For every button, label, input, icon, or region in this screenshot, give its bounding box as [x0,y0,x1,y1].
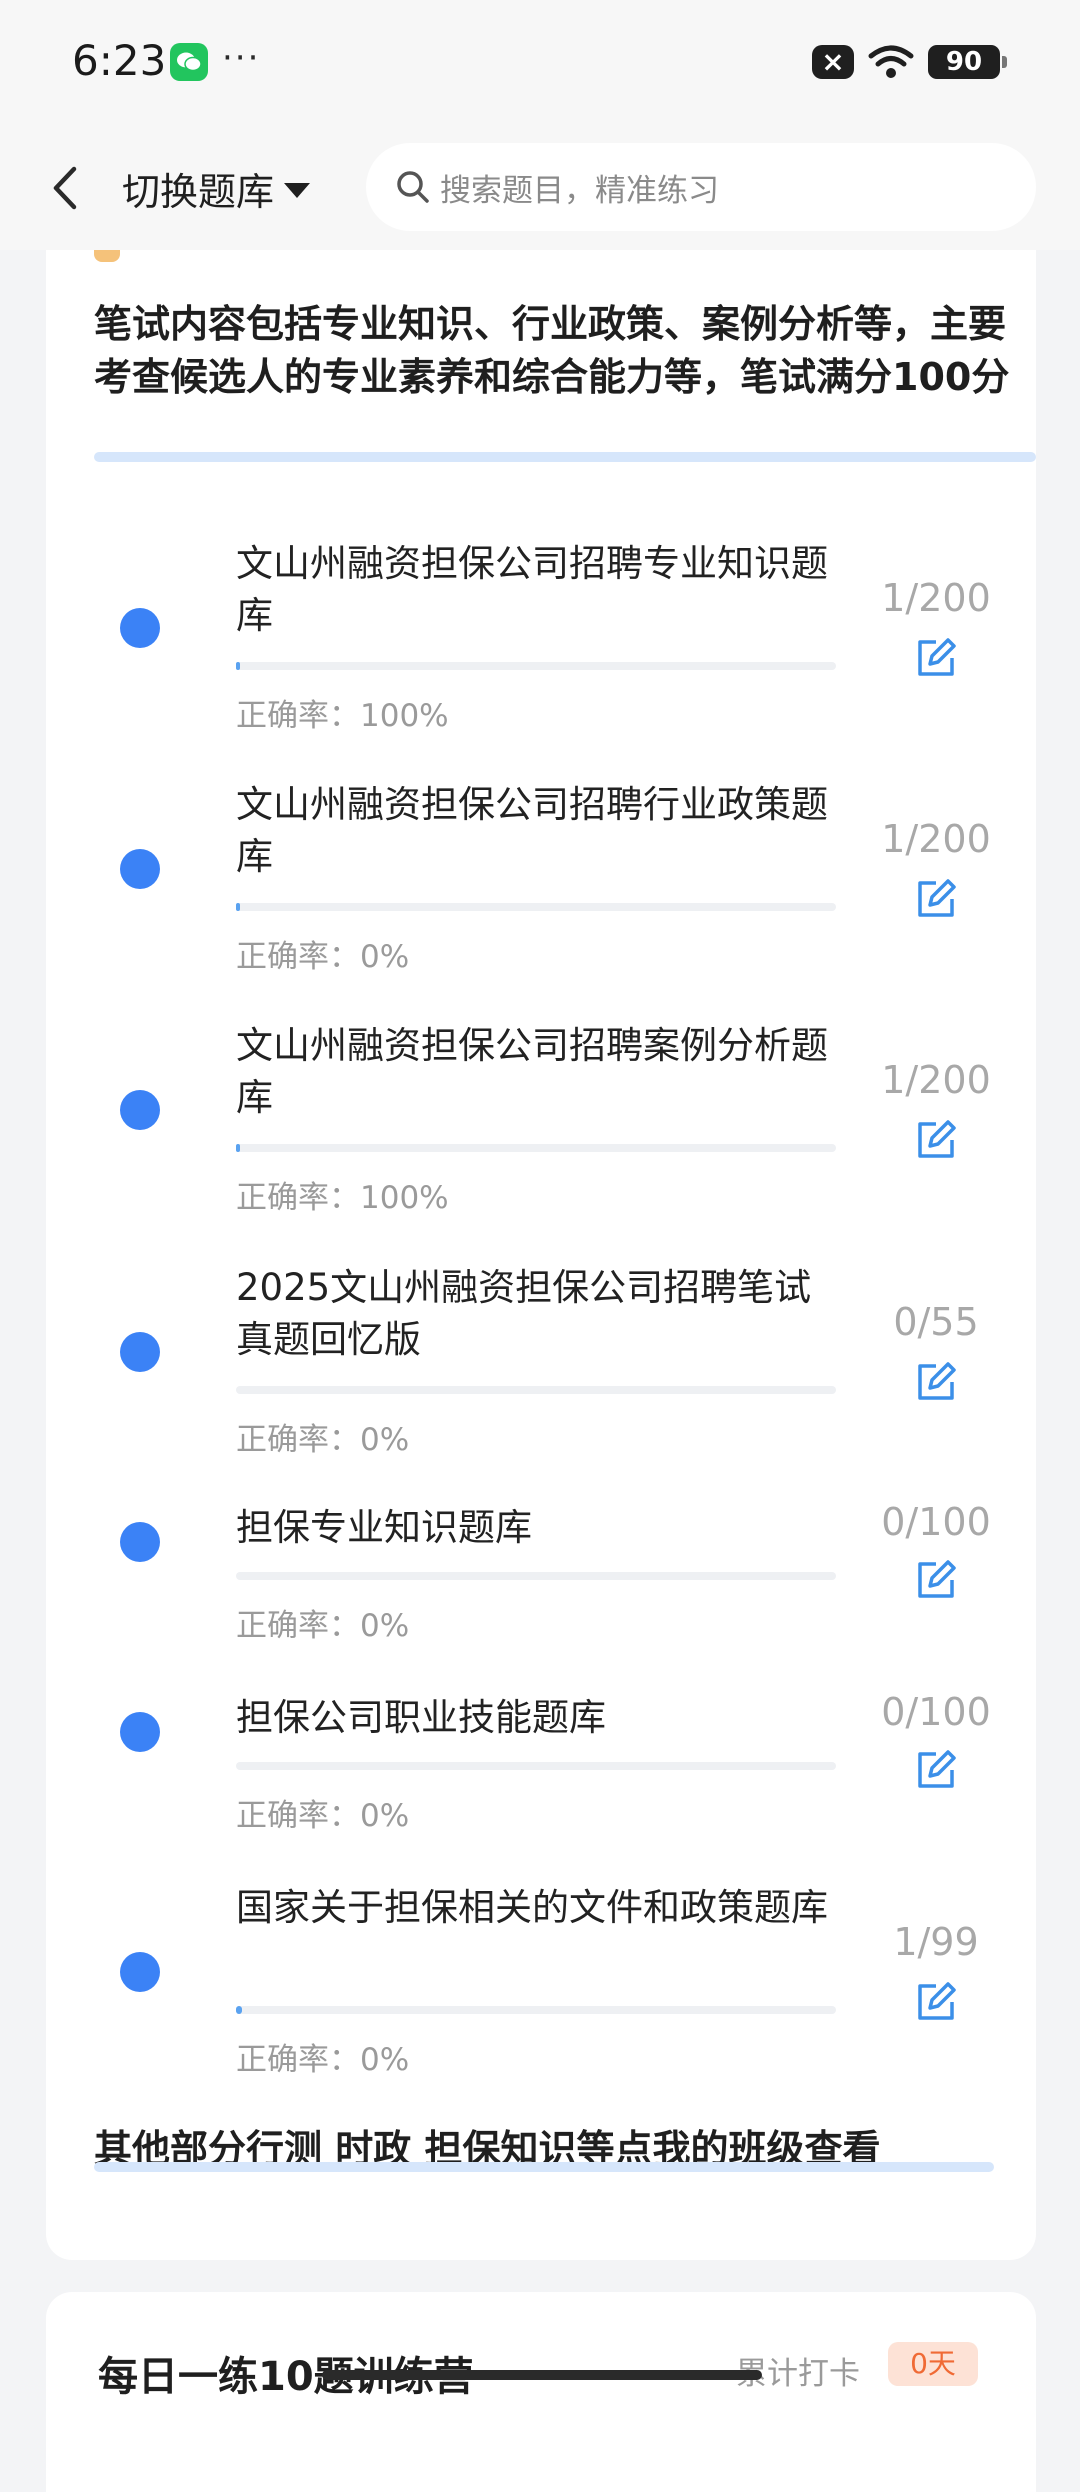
progress-count: 1/200 [881,576,991,620]
item-title: 国家关于担保相关的文件和政策题库 [236,1886,828,1929]
item-title: 担保公司职业技能题库 [236,1696,606,1739]
exam-intro: 笔试内容包括专业知识、行业政策、案例分析等，主要考查候选人的专业素养和综合能力等… [94,302,1010,399]
accuracy-text: 正确率：0% [236,2042,410,2078]
progress-count: 1/99 [893,1920,979,1964]
top-bar: 切换题库 搜索题目，精准练习 [0,125,1080,250]
item-title: 文山州融资担保公司招聘案例分析题库 [236,1024,828,1119]
accuracy-text: 正确率：100% [236,698,449,734]
status-icons: × 90 [812,40,1007,84]
progress-bar [236,2006,836,2014]
progress-count: 0/100 [881,1690,991,1734]
wifi-icon [868,45,914,78]
edit-icon[interactable] [914,1558,958,1602]
accuracy-text: 正确率：0% [236,939,410,975]
item-title: 2025文山州融资担保公司招聘笔试真题回忆版 [236,1266,812,1361]
wechat-icon [170,43,208,81]
progress-bar [236,1572,836,1580]
intro-underline [94,452,1036,462]
edit-icon[interactable] [914,877,958,921]
progress-count: 1/200 [881,817,991,861]
bullet-dot [120,1952,160,1992]
more-notifications-icon: ··· [222,38,261,78]
bullet-dot [120,1712,160,1752]
footer-underline [94,2162,994,2172]
item-title: 文山州融资担保公司招聘专业知识题库 [236,542,828,637]
progress-bar [236,1762,836,1770]
back-arrow-icon[interactable] [46,163,86,213]
status-bar: 6:23 ··· × 90 [0,0,1080,125]
home-indicator[interactable] [322,2370,762,2380]
bullet-dot [120,1522,160,1562]
clock: 6:23 [72,36,167,85]
progress-fill [236,2006,242,2014]
bullet-dot [120,849,160,889]
switch-question-bank-dropdown[interactable]: 切换题库 [122,161,311,216]
progress-fill [236,903,240,911]
progress-count: 0/55 [893,1300,979,1344]
no-sim-icon: × [812,45,854,79]
edit-icon[interactable] [914,1360,958,1404]
progress-fill [236,662,240,670]
progress-bar [236,1386,836,1394]
progress-fill [236,1144,240,1152]
progress-bar [236,662,836,670]
battery-indicator: 90 [928,45,1007,79]
progress-count: 0/100 [881,1500,991,1544]
search-icon [397,171,429,203]
bullet-dot [120,1090,160,1130]
item-title: 担保专业知识题库 [236,1506,532,1549]
decoration-icon [94,250,120,262]
accuracy-text: 正确率：0% [236,1798,410,1834]
caret-down-icon [284,183,311,198]
switch-label: 切换题库 [122,170,275,214]
search-input[interactable]: 搜索题目，精准练习 [366,143,1036,231]
edit-icon[interactable] [914,1118,958,1162]
edit-icon[interactable] [914,1748,958,1792]
bullet-dot [120,608,160,648]
accuracy-text: 正确率：100% [236,1180,449,1216]
search-placeholder: 搜索题目，精准练习 [440,172,719,209]
progress-count: 1/200 [881,1058,991,1102]
item-title: 文山州融资担保公司招聘行业政策题库 [236,783,828,878]
progress-bar [236,1144,836,1152]
accuracy-text: 正确率：0% [236,1422,410,1458]
edit-icon[interactable] [914,636,958,680]
daily-practice-card[interactable]: 每日一练10题训练营 累计打卡 0天 [46,2292,1036,2492]
edit-icon[interactable] [914,1980,958,2024]
checkin-badge: 0天 [888,2342,978,2386]
question-bank-card: 笔试内容包括专业知识、行业政策、案例分析等，主要考查候选人的专业素养和综合能力等… [46,250,1036,2260]
bullet-dot [120,1332,160,1372]
accuracy-text: 正确率：0% [236,1608,410,1644]
progress-bar [236,903,836,911]
